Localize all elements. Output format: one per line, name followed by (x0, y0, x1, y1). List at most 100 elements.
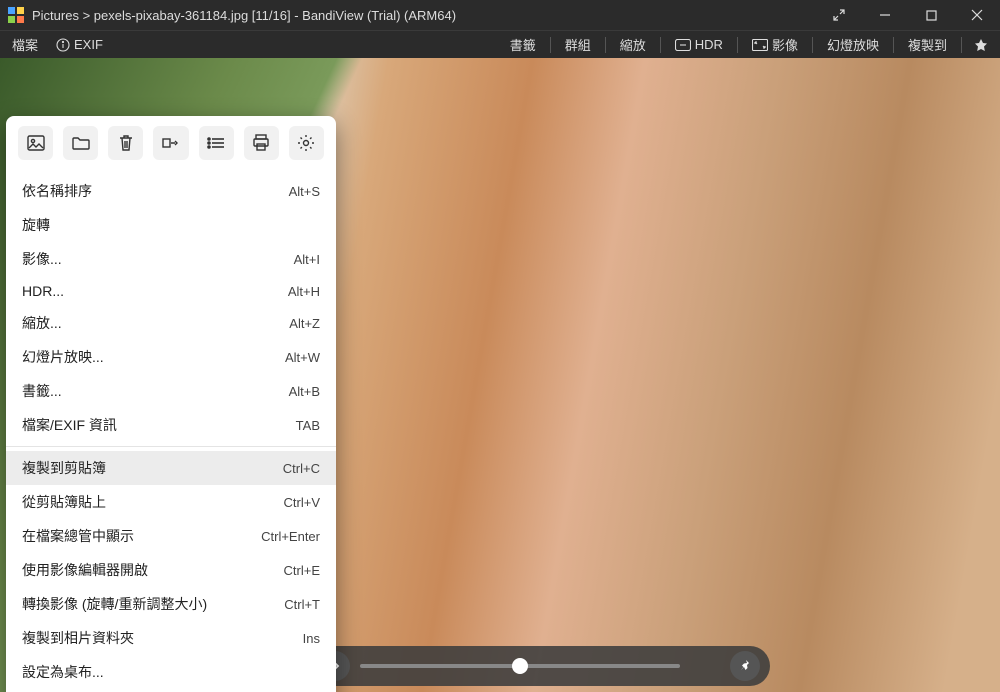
menubar-right: 書籤 群組 縮放 HDR 影像 幻燈放映 複製到 (500, 32, 996, 57)
menu-item-shortcut: Ctrl+T (284, 597, 320, 612)
app-icon (8, 7, 24, 23)
menu-item-shortcut: Ctrl+V (284, 495, 320, 510)
menu-exif-label: EXIF (74, 37, 103, 52)
menu-item-copy-clipboard[interactable]: 複製到剪貼簿 Ctrl+C (6, 451, 336, 485)
menu-item-rotate[interactable]: 旋轉 (6, 208, 336, 242)
tool-delete-button[interactable] (108, 126, 143, 160)
menu-item-shortcut: Alt+Z (289, 316, 320, 331)
menu-exif[interactable]: EXIF (48, 34, 111, 55)
menu-item-label: 檔案/EXIF 資訊 (22, 415, 117, 435)
trash-icon (118, 134, 134, 152)
menu-separator (6, 446, 336, 447)
menubar: 檔案 EXIF 書籤 群組 縮放 HDR 影像 (0, 30, 1000, 58)
menu-item-label: 在檔案總管中顯示 (22, 526, 134, 546)
menu-item-label: 複製到剪貼簿 (22, 458, 106, 478)
menu-item-shortcut: Ctrl+C (283, 461, 320, 476)
menu-item-label: 複製到相片資料夾 (22, 628, 134, 648)
menu-slideshow[interactable]: 幻燈放映 (817, 32, 889, 57)
separator (961, 37, 962, 53)
slider-knob[interactable] (512, 658, 528, 674)
titlebar: Pictures > pexels-pixabay-361184.jpg [11… (0, 0, 1000, 30)
menu-item-label: 旋轉 (22, 215, 50, 235)
tool-folder-button[interactable] (63, 126, 98, 160)
menubar-pin-button[interactable] (966, 35, 996, 55)
app-window: Pictures > pexels-pixabay-361184.jpg [11… (0, 0, 1000, 692)
menu-item-shortcut: Alt+B (289, 384, 320, 399)
menu-item-label: 影像... (22, 249, 62, 269)
tool-image-button[interactable] (18, 126, 53, 160)
menu-item-slideshow-menu[interactable]: 幻燈片放映...Alt+W (6, 340, 336, 374)
menu-item-zoom-menu[interactable]: 縮放... Alt+Z (6, 306, 336, 340)
viewer-area[interactable]: 依名稱排序 Alt+S 旋轉影像... Alt+I HDR... Alt+H 縮放... Al… (0, 58, 1000, 692)
menu-zoom[interactable]: 縮放 (610, 32, 656, 57)
tool-settings-button[interactable] (289, 126, 324, 160)
menu-image[interactable]: 影像 (742, 32, 808, 57)
menu-item-shortcut: TAB (296, 418, 320, 433)
menu-item-label: 使用影像編輯器開啟 (22, 560, 148, 580)
separator (737, 37, 738, 53)
close-button[interactable] (954, 0, 1000, 30)
folder-icon (72, 135, 90, 151)
menu-item-convert[interactable]: 轉換影像 (旋轉/重新調整大小) Ctrl+T (6, 587, 336, 621)
menu-item-shortcut: Alt+H (288, 284, 320, 299)
print-icon (252, 134, 270, 152)
menu-item-file-exif[interactable]: 檔案/EXIF 資訊 TAB (6, 408, 336, 442)
menu-copyto-label: 複製到 (908, 35, 947, 54)
list-icon (207, 136, 225, 150)
tool-transform-button[interactable] (153, 126, 188, 160)
menu-item-hdr-menu[interactable]: HDR... Alt+H (6, 276, 336, 306)
window-controls (816, 0, 1000, 30)
menu-item-set-wallpaper[interactable]: 設定為桌布... (6, 655, 336, 689)
menu-zoom-label: 縮放 (620, 35, 646, 54)
menu-item-show-explorer[interactable]: 在檔案總管中顯示 Ctrl+Enter (6, 519, 336, 553)
menu-item-bookmark-menu[interactable]: 書籤... Alt+B (6, 374, 336, 408)
menu-image-label: 影像 (772, 35, 798, 54)
separator (550, 37, 551, 53)
menu-item-label: 縮放... (22, 313, 62, 333)
menu-group-label: 群組 (565, 35, 591, 54)
tool-print-button[interactable] (244, 126, 279, 160)
image-icon (27, 135, 45, 151)
position-slider[interactable] (360, 664, 680, 668)
menu-item-sort-by-name[interactable]: 依名稱排序 Alt+S (6, 174, 336, 208)
menu-item-copy-to-folder[interactable]: 複製到相片資料夾Ins (6, 621, 336, 655)
menu-hdr-label: HDR (695, 37, 723, 52)
tool-list-button[interactable] (199, 126, 234, 160)
separator (605, 37, 606, 53)
menu-item-shortcut: Alt+I (294, 252, 320, 267)
menu-item-shortcut: Alt+S (289, 184, 320, 199)
menu-item-label: 依名稱排序 (22, 181, 92, 201)
dropdown-toolbar (6, 116, 336, 170)
menu-item-open-editor[interactable]: 使用影像編輯器開啟 Ctrl+E (6, 553, 336, 587)
file-dropdown: 依名稱排序 Alt+S 旋轉影像... Alt+I HDR... Alt+H 縮放... Al… (6, 116, 336, 692)
separator (812, 37, 813, 53)
menu-item-shortcut: Ctrl+Enter (261, 529, 320, 544)
bottom-pin-button[interactable] (730, 651, 760, 681)
gear-icon (297, 134, 315, 152)
info-icon (56, 38, 70, 52)
menu-item-label: 轉換影像 (旋轉/重新調整大小) (22, 594, 207, 614)
menu-item-shortcut: Ctrl+E (284, 563, 320, 578)
menu-copyto[interactable]: 複製到 (898, 32, 957, 57)
menu-group[interactable]: 群組 (555, 32, 601, 57)
menu-item-label: HDR... (22, 283, 64, 299)
transform-icon (162, 136, 180, 150)
minimize-button[interactable] (862, 0, 908, 30)
separator (893, 37, 894, 53)
hdr-toggle-icon (675, 39, 691, 51)
menu-bookmark[interactable]: 書籤 (500, 32, 546, 57)
menu-file[interactable]: 檔案 (4, 32, 46, 57)
menu-item-image-menu[interactable]: 影像... Alt+I (6, 242, 336, 276)
menu-slideshow-label: 幻燈放映 (827, 35, 879, 54)
menu-hdr[interactable]: HDR (665, 34, 733, 55)
menu-item-label: 幻燈片放映... (22, 347, 104, 367)
menu-item-paste-clipboard[interactable]: 從剪貼簿貼上 Ctrl+V (6, 485, 336, 519)
menu-item-label: 從剪貼簿貼上 (22, 492, 106, 512)
menu-file-label: 檔案 (12, 35, 38, 54)
menu-bookmark-label: 書籤 (510, 35, 536, 54)
maximize-button[interactable] (908, 0, 954, 30)
expand-button[interactable] (816, 0, 862, 30)
menu-item-label: 書籤... (22, 381, 62, 401)
separator (660, 37, 661, 53)
dropdown-list: 依名稱排序 Alt+S 旋轉影像... Alt+I HDR... Alt+H 縮放... Al… (6, 170, 336, 692)
